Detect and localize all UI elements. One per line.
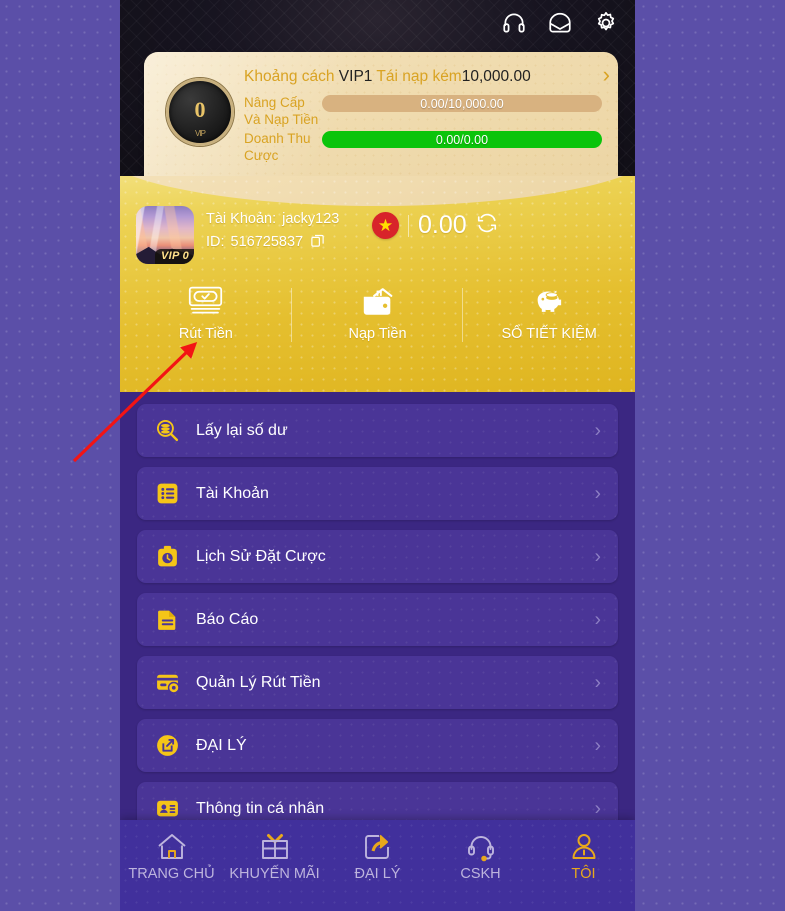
action-deposit[interactable]: Nạp Tiền [292, 280, 464, 344]
gear-icon[interactable] [593, 10, 619, 36]
header-icon-group [501, 10, 619, 36]
nav-item-label: TÔI [571, 866, 596, 882]
chevron-right-icon: › [594, 546, 601, 567]
nav-item-home[interactable]: TRANG CHỦ [120, 829, 223, 882]
user-person-icon [568, 829, 600, 865]
flag-star: ★ [377, 216, 394, 235]
nav-item-label: CSKH [460, 866, 501, 882]
share-arrow-icon [362, 829, 394, 865]
agent-share-icon [154, 733, 180, 759]
vip-headline-prefix: Khoảng cách [244, 68, 339, 85]
menu-item-recover-balance[interactable]: Lấy lại số dư › [137, 404, 618, 457]
chevron-right-icon: › [594, 609, 601, 630]
vip-headline: Khoảng cách VIP1 Tái nạp kém10,000.00 [244, 62, 606, 92]
headset-support-icon [465, 829, 497, 865]
home-icon [156, 829, 188, 865]
chevron-right-icon: › [594, 735, 601, 756]
nav-item-promotions[interactable]: KHUYẾN MÃI [223, 829, 326, 882]
chevron-right-icon: › [594, 420, 601, 441]
refresh-icon[interactable] [476, 212, 498, 239]
menu-item-bet-history[interactable]: Lịch Sử Đặt Cược › [137, 530, 618, 583]
copy-icon[interactable] [310, 233, 325, 256]
report-document-icon [154, 607, 180, 633]
action-deposit-label: Nạp Tiền [348, 326, 407, 342]
menu-item-label: Lấy lại số dư [196, 421, 288, 439]
withdraw-settings-card-icon [154, 670, 180, 696]
account-label: Tài Khoản: [206, 211, 277, 227]
vip-row-upgrade-label: Nâng Cấp Và Nạp Tiền [244, 95, 319, 127]
mail-icon[interactable] [547, 10, 573, 36]
list-card-icon [154, 481, 180, 507]
vip-headline-middle: Tái nạp kém [372, 68, 462, 85]
vip-row-upgrade-bar: 0.00/10,000.00 [322, 95, 602, 112]
menu-item-label: ĐẠI LÝ [196, 736, 247, 754]
vip-row-turnover-value: 0.00/0.00 [435, 132, 489, 147]
vip-card-body: Khoảng cách VIP1 Tái nạp kém10,000.00 Nâ… [244, 62, 606, 164]
vip-card-chevron-icon[interactable]: › [603, 64, 610, 86]
balance-amount: 0.00 [418, 211, 467, 239]
vip-medal-level: 0 [194, 97, 206, 122]
vip-medal-badge: 0 VIP [166, 78, 234, 146]
menu-item-label: Báo Cáo [196, 610, 259, 628]
top-header: 0 VIP Khoảng cách VIP1 Tái nạp kém10,000… [120, 0, 635, 192]
gift-icon [259, 829, 291, 865]
balance-block: ★ 0.00 [372, 212, 498, 239]
avatar-vip-badge: VIP 0 [155, 249, 194, 264]
bottom-navigation: TRANG CHỦ KHUYẾN MÃI ĐẠI LÝ CSKH TÔI [120, 820, 635, 911]
vip-headline-level: VIP1 [338, 68, 373, 85]
wallet-deposit-icon [360, 280, 396, 322]
vip-row-turnover: Doanh Thu Cược 0.00/0.00 [244, 130, 606, 164]
piggy-bank-icon [531, 280, 567, 322]
account-value: jacky123 [282, 211, 340, 227]
vip-row-turnover-bar: 0.00/0.00 [322, 131, 602, 148]
action-withdraw[interactable]: Rút Tiền [120, 280, 292, 344]
nav-item-profile[interactable]: TÔI [532, 829, 635, 882]
account-text-block: Tài Khoản: jacky123 ID: 516725837 [206, 208, 339, 256]
account-id-value: 516725837 [230, 234, 304, 250]
vip-medal-wreath: VIP [195, 129, 206, 138]
account-id-label: ID: [206, 234, 225, 250]
menu-item-account[interactable]: Tài Khoản › [137, 467, 618, 520]
action-withdraw-label: Rút Tiền [178, 326, 233, 342]
headset-icon[interactable] [501, 10, 527, 36]
vip-row-turnover-label: Doanh Thu Cược [244, 131, 311, 163]
quick-actions: Rút Tiền Nạp Tiền SỔ TIẾT KIỆM [120, 280, 635, 344]
app-viewport: 0 VIP Khoảng cách VIP1 Tái nạp kém10,000… [120, 0, 635, 911]
action-savings-label: SỔ TIẾT KIỆM [501, 326, 597, 342]
account-gold-panel: VIP 0 Tài Khoản: jacky123 ID: 516725837 ★ … [120, 176, 635, 392]
nav-item-support[interactable]: CSKH [429, 829, 532, 882]
chevron-right-icon: › [594, 672, 601, 693]
vip-row-upgrade-value: 0.00/10,000.00 [420, 96, 504, 111]
id-card-icon [154, 796, 180, 822]
account-id-line: ID: 516725837 [206, 231, 339, 256]
menu-item-label: Lịch Sử Đặt Cược [196, 547, 326, 565]
balance-divider [408, 214, 409, 237]
nav-item-label: KHUYẾN MÃI [229, 866, 320, 882]
vip-progress-card[interactable]: 0 VIP Khoảng cách VIP1 Tái nạp kém10,000… [144, 52, 618, 190]
menu-item-label: Tài Khoản [196, 484, 269, 502]
chevron-right-icon: › [594, 483, 601, 504]
bet-history-clock-icon [154, 544, 180, 570]
banknote-check-icon [187, 280, 224, 322]
menu-item-label: Quản Lý Rút Tiền [196, 673, 321, 691]
nav-item-label: TRANG CHỦ [128, 866, 215, 882]
account-name-line: Tài Khoản: jacky123 [206, 208, 339, 231]
vip-row-upgrade: Nâng Cấp Và Nạp Tiền 0.00/10,000.00 [244, 94, 606, 128]
chevron-right-icon: › [594, 798, 601, 819]
coins-search-icon [154, 418, 180, 444]
vip-headline-amount: 10,000.00 [461, 68, 531, 85]
menu-item-label: Thông tin cá nhân [196, 799, 325, 817]
action-savings[interactable]: SỔ TIẾT KIỆM [463, 280, 635, 344]
vietnam-flag-icon: ★ [372, 212, 399, 239]
menu-item-report[interactable]: Báo Cáo › [137, 593, 618, 646]
menu-item-withdraw-management[interactable]: Quản Lý Rút Tiền › [137, 656, 618, 709]
nav-item-label: ĐẠI LÝ [354, 866, 401, 882]
avatar[interactable]: VIP 0 [136, 206, 194, 264]
nav-item-agent[interactable]: ĐẠI LÝ [326, 829, 429, 882]
menu-item-agent[interactable]: ĐẠI LÝ › [137, 719, 618, 772]
